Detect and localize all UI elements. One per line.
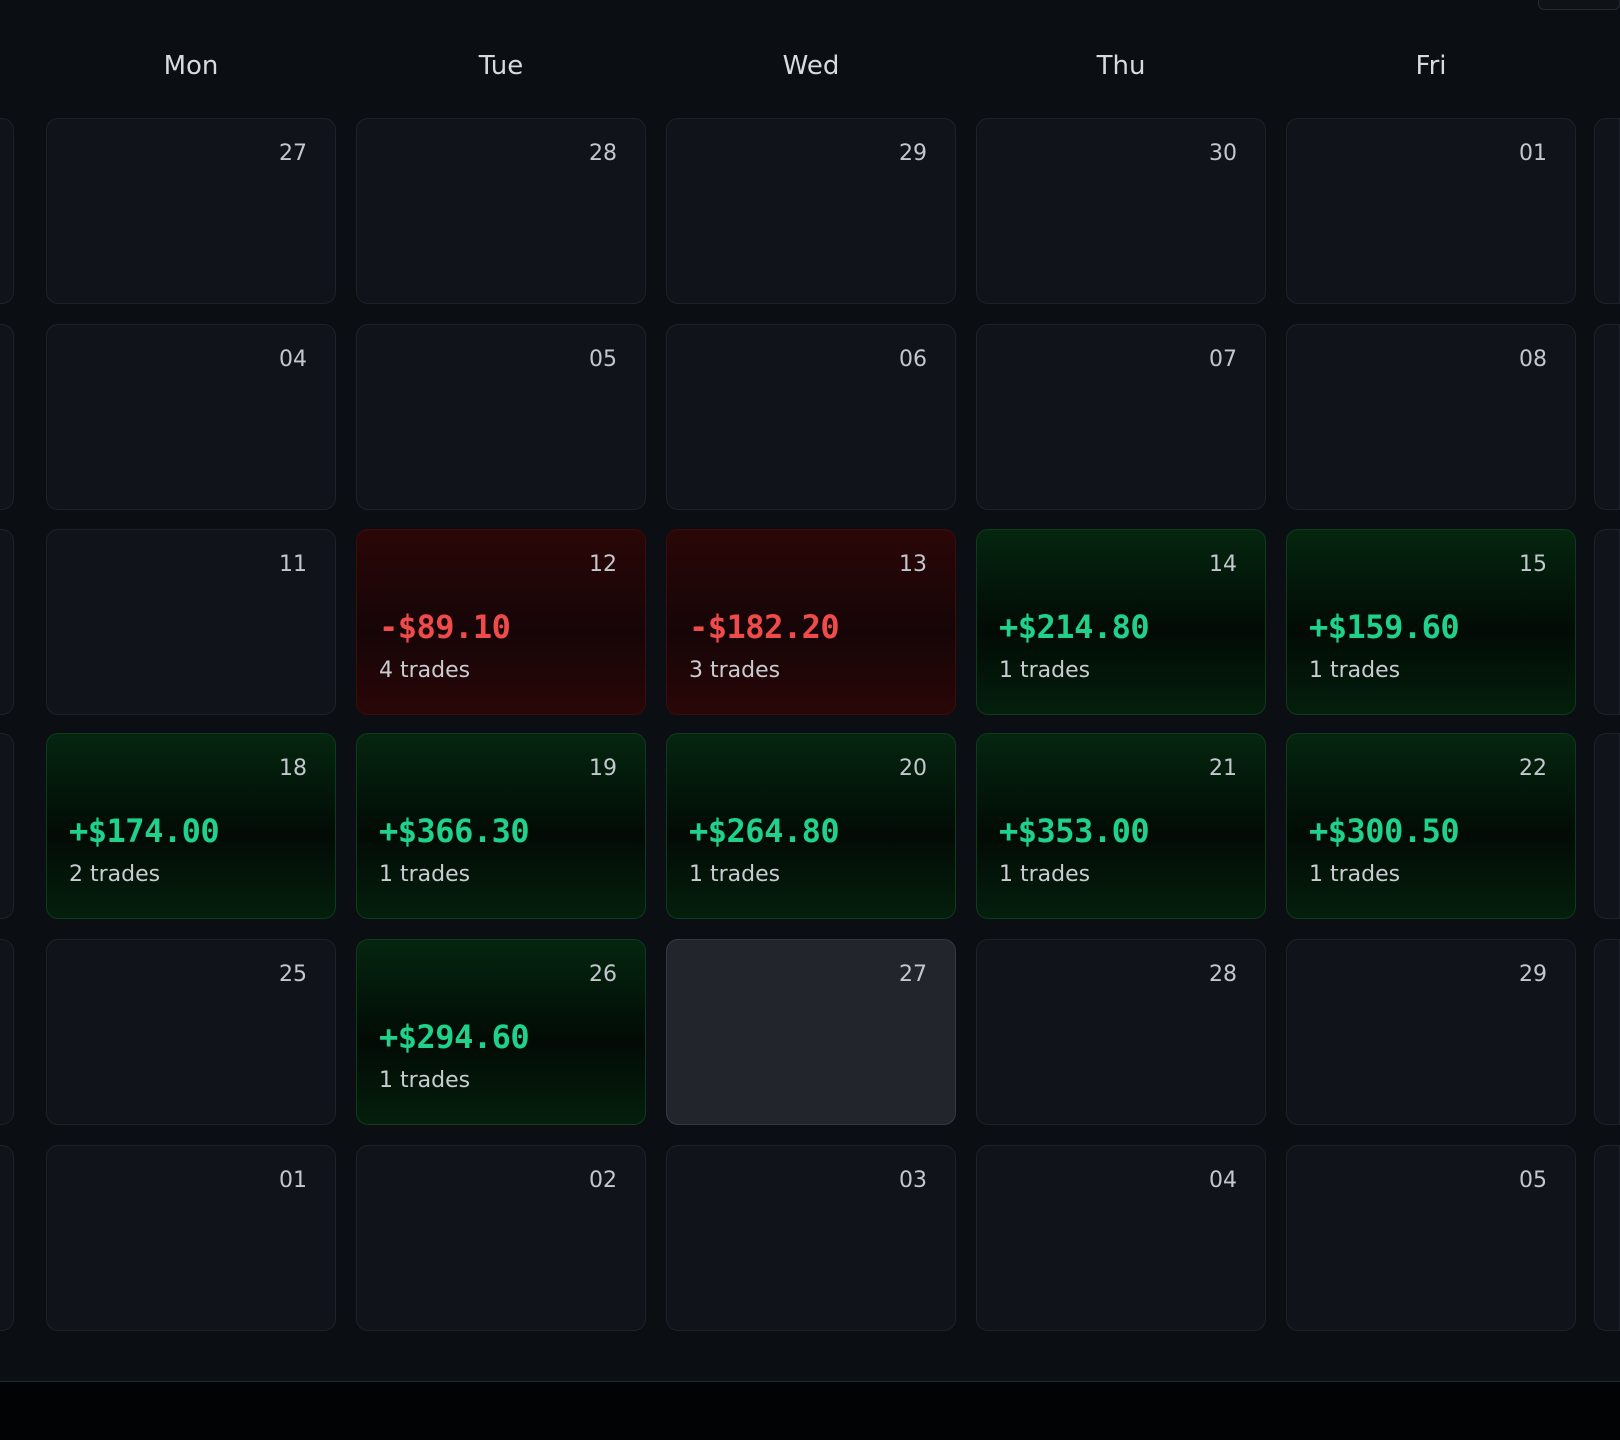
daily-pnl: -$89.10 xyxy=(379,608,511,646)
day-number: 29 xyxy=(899,141,927,166)
trade-count: 1 trades xyxy=(999,862,1091,887)
calendar-day-cell[interactable]: 07 xyxy=(976,324,1266,510)
calendar-day-cell[interactable]: 11 xyxy=(46,529,336,715)
calendar-day-cell[interactable]: 27 xyxy=(46,118,336,304)
calendar-day-cell[interactable]: 21 +$353.00 1 trades xyxy=(976,733,1266,919)
daily-pnl: +$159.60 xyxy=(1309,608,1460,646)
calendar-cell-partial[interactable] xyxy=(0,1145,14,1331)
daily-pnl: +$366.30 xyxy=(379,812,530,850)
calendar-cell-partial[interactable] xyxy=(0,118,14,304)
daily-pnl: +$353.00 xyxy=(999,812,1150,850)
calendar-day-cell[interactable]: 08 xyxy=(1286,324,1576,510)
calendar-cell-partial[interactable] xyxy=(1594,529,1620,715)
daily-pnl: +$174.00 xyxy=(69,812,220,850)
calendar-day-cell[interactable]: 26 +$294.60 1 trades xyxy=(356,939,646,1125)
day-number: 04 xyxy=(279,347,307,372)
trade-count: 1 trades xyxy=(689,862,781,887)
day-number: 05 xyxy=(589,347,617,372)
day-number: 19 xyxy=(589,756,617,781)
calendar-day-cell[interactable]: 03 xyxy=(666,1145,956,1331)
day-number: 21 xyxy=(1209,756,1237,781)
trade-count: 2 trades xyxy=(69,862,161,887)
calendar-cell-partial[interactable] xyxy=(1594,324,1620,510)
calendar-day-cell[interactable]: 14 +$214.80 1 trades xyxy=(976,529,1266,715)
bottom-bar xyxy=(0,1382,1620,1440)
trade-count: 1 trades xyxy=(379,1068,471,1093)
day-number: 18 xyxy=(279,756,307,781)
day-number: 28 xyxy=(589,141,617,166)
daily-pnl: +$214.80 xyxy=(999,608,1150,646)
daily-pnl: -$182.20 xyxy=(689,608,840,646)
daily-pnl: +$264.80 xyxy=(689,812,840,850)
calendar-day-cell[interactable]: 28 xyxy=(356,118,646,304)
calendar-day-cell[interactable]: 18 +$174.00 2 trades xyxy=(46,733,336,919)
daily-pnl: +$294.60 xyxy=(379,1018,530,1056)
calendar-cell-partial[interactable] xyxy=(0,324,14,510)
calendar-day-cell[interactable]: 01 xyxy=(46,1145,336,1331)
calendar-day-cell[interactable]: 12 -$89.10 4 trades xyxy=(356,529,646,715)
calendar-day-cell[interactable]: 22 +$300.50 1 trades xyxy=(1286,733,1576,919)
day-number: 03 xyxy=(899,1168,927,1193)
day-number: 25 xyxy=(279,962,307,987)
day-number: 05 xyxy=(1519,1168,1547,1193)
day-number: 06 xyxy=(899,347,927,372)
calendar-day-cell[interactable]: 28 xyxy=(976,939,1266,1125)
day-number: 01 xyxy=(279,1168,307,1193)
calendar-cell-partial[interactable] xyxy=(1594,1145,1620,1331)
calendar-day-cell[interactable]: 19 +$366.30 1 trades xyxy=(356,733,646,919)
day-number: 22 xyxy=(1519,756,1547,781)
calendar-day-cell[interactable]: 15 +$159.60 1 trades xyxy=(1286,529,1576,715)
trade-count: 1 trades xyxy=(1309,862,1401,887)
calendar-day-cell[interactable]: 29 xyxy=(1286,939,1576,1125)
day-number: 02 xyxy=(589,1168,617,1193)
calendar-day-cell[interactable]: 05 xyxy=(1286,1145,1576,1331)
day-number: 20 xyxy=(899,756,927,781)
daily-pnl: +$300.50 xyxy=(1309,812,1460,850)
trade-count: 1 trades xyxy=(1309,658,1401,683)
calendar-day-cell[interactable]: 06 xyxy=(666,324,956,510)
calendar-grid: 27 28 29 30 01 04 05 06 07 08 11 12 -$89.10 4 trades 1… xyxy=(0,0,1620,1380)
calendar-day-cell[interactable]: 27 xyxy=(666,939,956,1125)
trading-calendar: Mon Tue Wed Thu Fri 27 28 29 30 01 04 05 06 07 08… xyxy=(0,0,1620,1440)
trade-count: 1 trades xyxy=(379,862,471,887)
calendar-cell-partial[interactable] xyxy=(0,529,14,715)
day-number: 30 xyxy=(1209,141,1237,166)
calendar-cell-partial[interactable] xyxy=(1594,118,1620,304)
calendar-day-cell[interactable]: 01 xyxy=(1286,118,1576,304)
day-number: 04 xyxy=(1209,1168,1237,1193)
day-number: 26 xyxy=(589,962,617,987)
calendar-cell-partial[interactable] xyxy=(0,733,14,919)
calendar-day-cell[interactable]: 30 xyxy=(976,118,1266,304)
calendar-day-cell[interactable]: 02 xyxy=(356,1145,646,1331)
day-number: 08 xyxy=(1519,347,1547,372)
calendar-day-cell[interactable]: 04 xyxy=(46,324,336,510)
day-number: 01 xyxy=(1519,141,1547,166)
calendar-day-cell[interactable]: 25 xyxy=(46,939,336,1125)
day-number: 14 xyxy=(1209,552,1237,577)
calendar-cell-partial[interactable] xyxy=(1594,733,1620,919)
day-number: 28 xyxy=(1209,962,1237,987)
trade-count: 3 trades xyxy=(689,658,781,683)
calendar-day-cell[interactable]: 04 xyxy=(976,1145,1266,1331)
day-number: 29 xyxy=(1519,962,1547,987)
day-number: 12 xyxy=(589,552,617,577)
day-number: 13 xyxy=(899,552,927,577)
calendar-cell-partial[interactable] xyxy=(0,939,14,1125)
day-number: 07 xyxy=(1209,347,1237,372)
day-number: 27 xyxy=(279,141,307,166)
calendar-day-cell[interactable]: 20 +$264.80 1 trades xyxy=(666,733,956,919)
calendar-day-cell[interactable]: 13 -$182.20 3 trades xyxy=(666,529,956,715)
day-number: 27 xyxy=(899,962,927,987)
calendar-day-cell[interactable]: 29 xyxy=(666,118,956,304)
calendar-day-cell[interactable]: 05 xyxy=(356,324,646,510)
trade-count: 4 trades xyxy=(379,658,471,683)
trade-count: 1 trades xyxy=(999,658,1091,683)
calendar-cell-partial[interactable] xyxy=(1594,939,1620,1125)
day-number: 15 xyxy=(1519,552,1547,577)
day-number: 11 xyxy=(279,552,307,577)
